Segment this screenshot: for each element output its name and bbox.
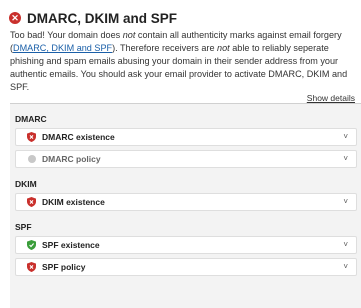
check-label: DKIM existence <box>42 197 105 207</box>
title-row: ✕ DMARC, DKIM and SPF <box>9 8 177 28</box>
shield-fail-icon <box>27 197 36 207</box>
section-title: DMARC, DKIM and SPF <box>27 10 177 26</box>
checks-panel: DMARC DMARC existence ˅ DMARC policy ˅ D… <box>10 103 361 308</box>
chevron-down-icon[interactable]: ˅ <box>343 132 348 141</box>
group-label-spf: SPF <box>15 222 32 232</box>
status-neutral-icon <box>27 154 36 164</box>
check-label: SPF existence <box>42 240 100 250</box>
description-text: Too bad! Your domain does not contain al… <box>10 30 348 92</box>
shield-pass-icon <box>27 240 36 250</box>
shield-fail-icon <box>27 262 36 272</box>
check-row-spf-existence[interactable]: SPF existence ˅ <box>15 236 357 254</box>
shield-fail-icon <box>27 132 36 142</box>
check-row-dmarc-existence[interactable]: DMARC existence ˅ <box>15 128 357 146</box>
group-label-dmarc: DMARC <box>15 114 47 124</box>
dmarc-dkim-spf-link[interactable]: DMARC, DKIM and SPF <box>13 43 112 53</box>
chevron-down-icon[interactable]: ˅ <box>343 262 348 271</box>
email-auth-card: ✕ DMARC, DKIM and SPF Too bad! Your doma… <box>0 0 361 308</box>
chevron-down-icon[interactable]: ˅ <box>343 240 348 249</box>
check-label: SPF policy <box>42 262 86 272</box>
group-label-dkim: DKIM <box>15 179 37 189</box>
show-details-link[interactable]: Show details <box>307 93 355 103</box>
error-x-icon: ✕ <box>9 12 21 24</box>
check-label: DMARC existence <box>42 132 115 142</box>
chevron-down-icon[interactable]: ˅ <box>343 154 348 163</box>
check-row-dkim-existence[interactable]: DKIM existence ˅ <box>15 193 357 211</box>
chevron-down-icon[interactable]: ˅ <box>343 197 348 206</box>
check-row-dmarc-policy[interactable]: DMARC policy ˅ <box>15 150 357 168</box>
check-label: DMARC policy <box>42 154 101 164</box>
check-row-spf-policy[interactable]: SPF policy ˅ <box>15 258 357 276</box>
